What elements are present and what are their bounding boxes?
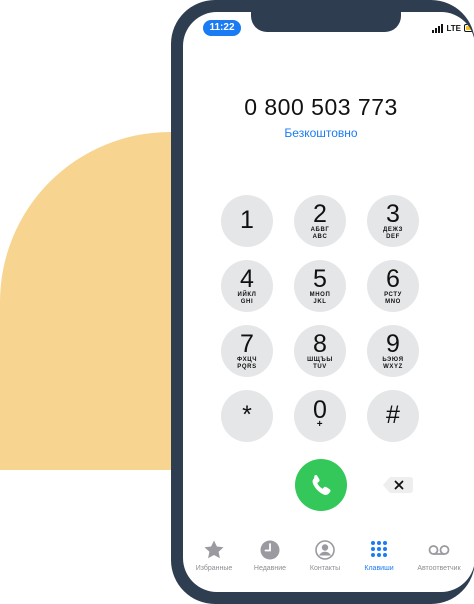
signal-icon xyxy=(432,23,444,33)
status-indicators: LTE xyxy=(432,22,474,34)
key-3[interactable]: 3 ДЕЖЗ DEF xyxy=(367,195,419,247)
tab-label: Недавние xyxy=(253,565,287,572)
key-letters-cyrillic: ДЕЖЗ xyxy=(383,227,403,233)
clock-icon xyxy=(241,537,299,563)
key-digit: # xyxy=(386,401,400,429)
key-digit: 1 xyxy=(240,206,254,234)
key-letters-cyrillic: ЬЭЮЯ xyxy=(382,357,404,363)
key-digit: 8 xyxy=(313,330,327,358)
key-5[interactable]: 5 МНОП JKL xyxy=(294,260,346,312)
key-letters-latin: ABC xyxy=(312,234,328,240)
key-1[interactable]: 1 xyxy=(221,195,273,247)
key-7[interactable]: 7 ФХЦЧ PQRS xyxy=(221,325,273,377)
tab-contacts[interactable]: Контакты xyxy=(296,537,354,572)
key-digit: 6 xyxy=(386,265,400,293)
phone-screen: 11:22 LTE 0 800 503 773 Безкоштовно 1 2 … xyxy=(183,12,474,592)
key-digit: * xyxy=(242,401,252,429)
key-letters: + xyxy=(316,419,324,430)
notch xyxy=(251,12,401,32)
key-letters-cyrillic: МНОП xyxy=(309,292,331,298)
key-digit: 2 xyxy=(313,200,327,228)
key-digit: 0 xyxy=(313,396,327,424)
tab-label: Контакты xyxy=(309,565,341,572)
key-digit: 4 xyxy=(240,265,254,293)
key-6[interactable]: 6 РСТУ MNO xyxy=(367,260,419,312)
battery-icon xyxy=(464,24,474,32)
tab-voicemail[interactable]: Автоответчик xyxy=(410,537,468,572)
key-letters-latin: TUV xyxy=(313,364,327,370)
tab-label: Клавиши xyxy=(364,565,394,572)
key-digit: 9 xyxy=(386,330,400,358)
status-time: 11:22 xyxy=(203,20,241,36)
tab-bar: Избранные Недавние Контакты Клавиши Авто… xyxy=(183,537,474,587)
key-2[interactable]: 2 АБВГ ABC xyxy=(294,195,346,247)
key-letters-latin: GHI xyxy=(240,299,254,305)
key-letters-cyrillic: АБВГ xyxy=(310,227,330,233)
key-letters-latin: DEF xyxy=(386,234,400,240)
voicemail-icon xyxy=(410,537,468,563)
key-letters-latin: PQRS xyxy=(237,364,257,370)
delete-button[interactable] xyxy=(381,474,417,496)
keypad-icon xyxy=(350,537,408,563)
key-letters-latin: MNO xyxy=(385,299,401,305)
dialed-number: 0 800 503 773 xyxy=(244,94,398,120)
tab-recents[interactable]: Недавние xyxy=(241,537,299,572)
backspace-icon xyxy=(383,477,413,493)
phone-frame: 11:22 LTE 0 800 503 773 Безкоштовно 1 2 … xyxy=(171,0,474,604)
key-digit: 5 xyxy=(313,265,327,293)
key-letters-latin: WXYZ xyxy=(383,364,403,370)
key-4[interactable]: 4 ИЙКЛ GHI xyxy=(221,260,273,312)
key-star[interactable]: * xyxy=(221,390,273,442)
phone-icon xyxy=(312,475,331,495)
key-hash[interactable]: # xyxy=(367,390,419,442)
tab-keypad[interactable]: Клавиши xyxy=(350,537,408,572)
number-caption: Безкоштовно xyxy=(284,126,358,140)
key-8[interactable]: 8 ШЩЪЫ TUV xyxy=(294,325,346,377)
key-9[interactable]: 9 ЬЭЮЯ WXYZ xyxy=(367,325,419,377)
key-digit: 3 xyxy=(386,200,400,228)
network-type: LTE xyxy=(446,23,461,33)
key-0[interactable]: 0 + xyxy=(294,390,346,442)
key-letters-cyrillic: ФХЦЧ xyxy=(236,357,258,363)
call-button[interactable] xyxy=(295,459,347,511)
tab-label: Избранные xyxy=(195,565,233,572)
key-digit: 7 xyxy=(240,330,254,358)
tab-favorites[interactable]: Избранные xyxy=(185,537,243,572)
key-letters-cyrillic: ШЩЪЫ xyxy=(307,357,333,363)
person-circle-icon xyxy=(296,537,354,563)
key-letters-cyrillic: РСТУ xyxy=(384,292,402,298)
key-letters-latin: JKL xyxy=(313,299,327,305)
star-icon xyxy=(185,537,243,563)
tab-label: Автоответчик xyxy=(417,565,461,572)
key-letters-cyrillic: ИЙКЛ xyxy=(237,292,257,298)
